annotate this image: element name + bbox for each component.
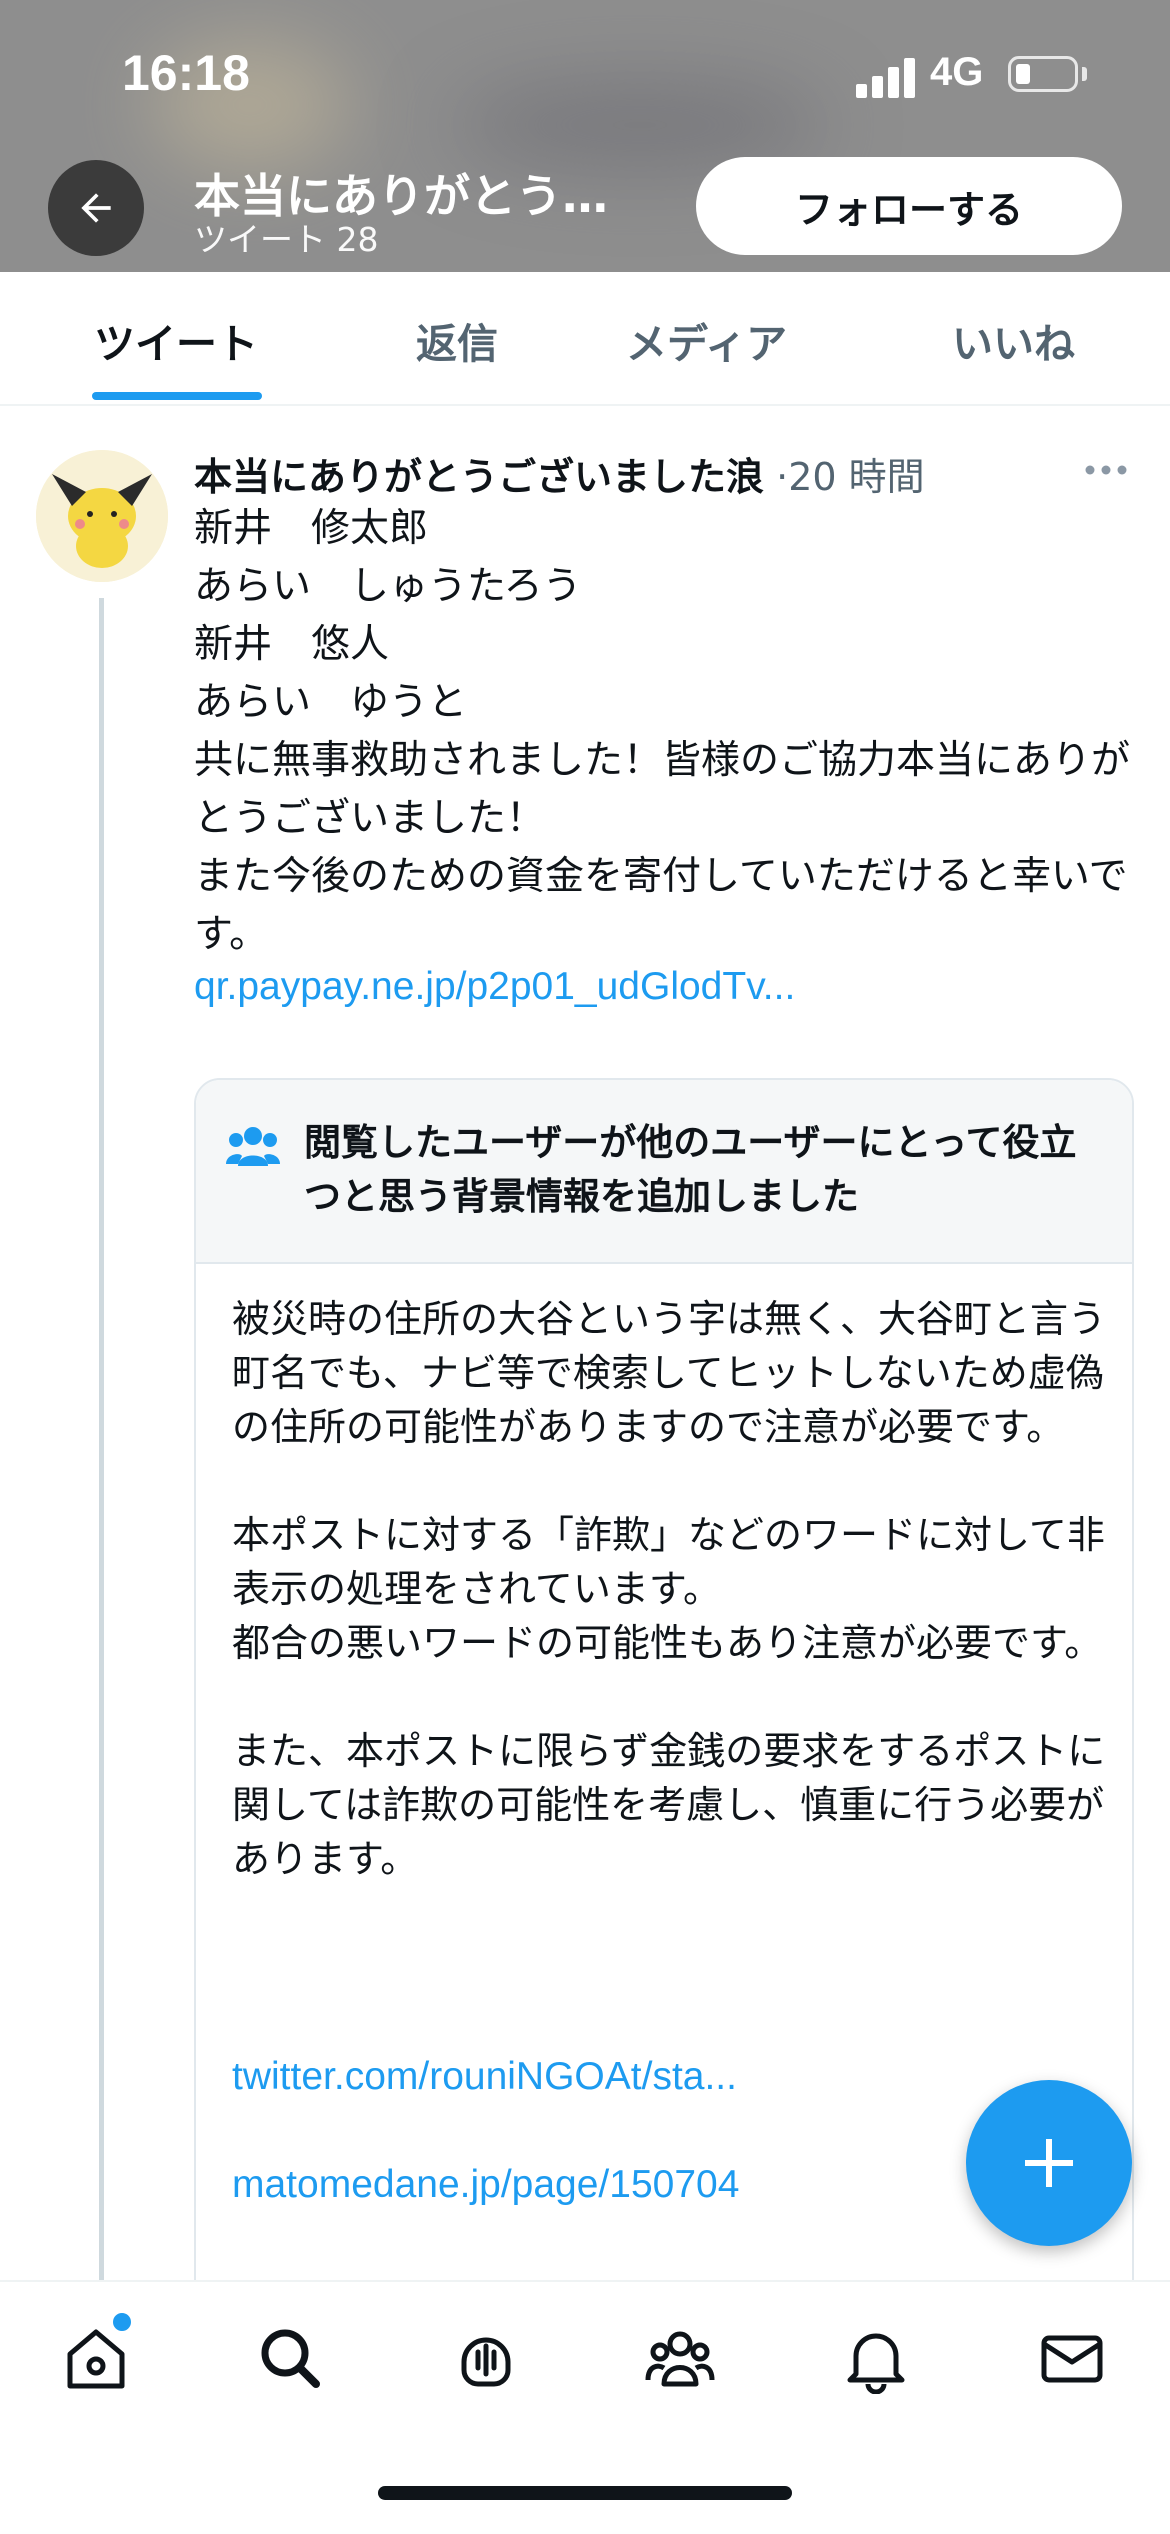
- tweet-header: 本当にありがとうございました浪 ·20 時間: [194, 446, 925, 501]
- tweet-time: ·20 時間: [776, 455, 925, 499]
- plus-icon: [1025, 2139, 1073, 2187]
- signal-icon: [856, 56, 916, 98]
- home-indicator: [378, 2486, 792, 2500]
- tweet-text: 新井 修太郎 あらい しゅうたろう 新井 悠人 あらい ゆうと 共に無事救助され…: [194, 506, 1131, 957]
- avatar-image: [36, 450, 168, 582]
- battery-tip: [1082, 67, 1087, 81]
- avatar[interactable]: [36, 450, 168, 582]
- tweet-count: ツイート 28: [194, 220, 379, 259]
- messages-icon[interactable]: [1036, 2322, 1108, 2394]
- tweet-link[interactable]: qr.paypay.ne.jp/p2p01_udGlodTv...: [194, 965, 795, 1009]
- communities-icon[interactable]: [644, 2322, 716, 2394]
- profile-header: 16:18 4G 本当にありがとう… ツイート 28 フォローする: [0, 0, 1170, 272]
- tab-replies[interactable]: 返信: [416, 310, 498, 370]
- search-icon[interactable]: [254, 2322, 326, 2394]
- note-link[interactable]: matomedane.jp/page/150704: [232, 2163, 739, 2207]
- note-header: 閲覧したユーザーが他のユーザーにとって役立つと思う背景情報を追加しました: [196, 1080, 1132, 1264]
- tab-likes[interactable]: いいね: [952, 310, 1075, 370]
- arrow-left-icon: [81, 193, 111, 223]
- spaces-icon[interactable]: [450, 2322, 522, 2394]
- users-icon: [226, 1127, 280, 1166]
- tweet-author[interactable]: 本当にありがとうございました浪: [194, 455, 764, 499]
- thread-line: [99, 598, 104, 2283]
- note-link[interactable]: twitter.com/rouniNGOAt/sta...: [232, 2055, 737, 2099]
- follow-button[interactable]: フォローする: [696, 157, 1122, 255]
- tab-tweets[interactable]: ツイート: [94, 310, 258, 370]
- battery-icon: [1008, 56, 1078, 92]
- notifications-icon[interactable]: [840, 2322, 912, 2394]
- compose-button[interactable]: [966, 2080, 1132, 2246]
- network-label: 4G: [930, 50, 984, 94]
- back-button[interactable]: [48, 160, 144, 256]
- status-time: 16:18: [122, 45, 250, 101]
- tab-media[interactable]: メディア: [626, 310, 787, 370]
- notification-dot: [110, 2310, 134, 2334]
- note-title: 閲覧したユーザーが他のユーザーにとって役立つと思う背景情報を追加しました: [304, 1121, 1077, 1218]
- profile-tabs: ツイート 返信 メディア いいね: [0, 272, 1170, 406]
- active-tab-indicator: [92, 392, 262, 400]
- more-icon[interactable]: [1082, 462, 1130, 478]
- note-body: 被災時の住所の大谷という字は無く、大谷町と言う町名でも、ナビ等で検索してヒットし…: [232, 1297, 1107, 1881]
